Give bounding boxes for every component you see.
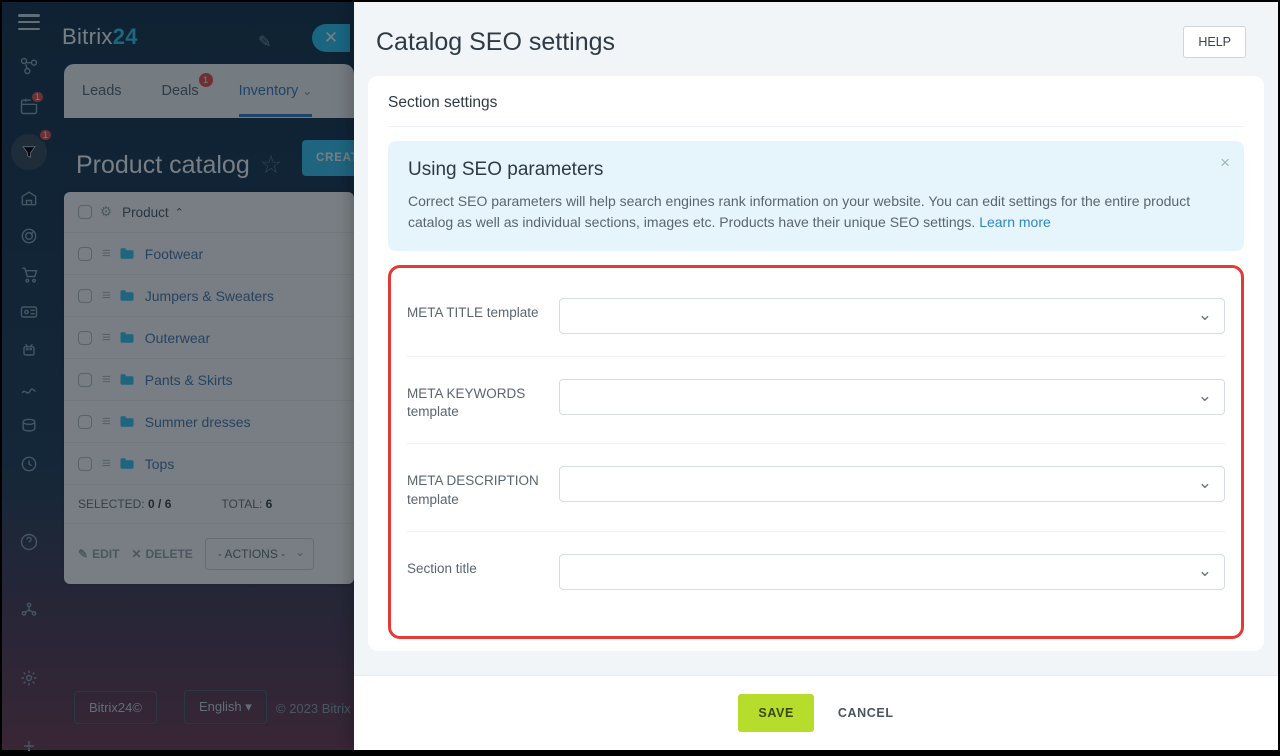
section-title-input[interactable] xyxy=(559,554,1225,590)
close-icon[interactable]: × xyxy=(1220,153,1230,173)
meta-description-input[interactable] xyxy=(559,466,1225,502)
section-title-label: Section title xyxy=(407,554,559,578)
highlight-box: META TITLE template META KEYWORDS templa… xyxy=(388,265,1244,639)
modal-title: Catalog SEO settings xyxy=(376,28,615,57)
section-heading: Section settings xyxy=(388,94,1244,127)
meta-title-label: META TITLE template xyxy=(407,298,559,322)
meta-description-label: META DESCRIPTION template xyxy=(407,466,559,508)
banner-title: Using SEO parameters xyxy=(408,159,1224,181)
info-banner: Using SEO parameters Correct SEO paramet… xyxy=(388,141,1244,251)
save-button[interactable]: SAVE xyxy=(738,694,814,732)
meta-keywords-label: META KEYWORDS template xyxy=(407,379,559,421)
help-button[interactable]: HELP xyxy=(1183,26,1246,58)
banner-text: Correct SEO parameters will help search … xyxy=(408,191,1224,233)
learn-more-link[interactable]: Learn more xyxy=(979,214,1051,230)
meta-keywords-input[interactable] xyxy=(559,379,1225,415)
seo-settings-modal: Catalog SEO settings HELP Section settin… xyxy=(354,2,1278,750)
cancel-button[interactable]: CANCEL xyxy=(838,706,894,720)
meta-title-input[interactable] xyxy=(559,298,1225,334)
